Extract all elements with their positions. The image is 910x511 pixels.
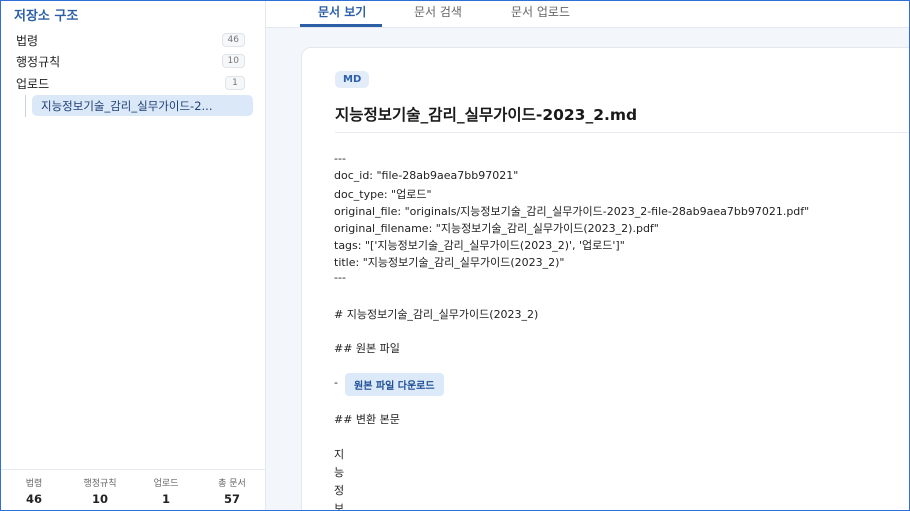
folder-count-badge: 46 [221,33,245,47]
tab-upload-document[interactable]: 문서 업로드 [511,3,570,20]
meta-doc-id: doc_id: "file-28ab9aea7bb97021" [334,169,519,182]
folder-label: 법령 [16,33,39,48]
body-char: 보 [334,502,345,511]
app-window: 저장소 구조 법령 46 행정규칙 10 업로드 1 지능정보기술_감리_실무가… [0,0,910,511]
meta-original-filename: original_filename: "지능정보기술_감리_실무가이드(2023… [334,222,659,235]
stat-total: 총 문서 57 [204,476,260,506]
stat-value: 1 [161,491,170,506]
meta-doc-type: doc_type: "업로드" [334,188,432,201]
document-card: MD 지능정보기술_감리_실무가이드-2023_2.md --- doc_id:… [301,47,909,511]
markdown-h1: # 지능정보기술_감리_실무가이드(2023_2) [334,308,539,321]
tab-search-document[interactable]: 문서 검색 [414,3,462,20]
folder-count-badge: 1 [225,76,245,90]
stat-value: 46 [25,491,42,506]
stat-value: 57 [223,491,240,506]
sidebar-folder-uploads[interactable]: 업로드 1 [16,73,245,93]
stat-label: 업로드 [153,478,179,489]
sidebar: 저장소 구조 법령 46 행정규칙 10 업로드 1 지능정보기술_감리_실무가… [1,1,266,510]
main-panel: 문서 보기 문서 검색 문서 업로드 MD 지능정보기술_감리_실무가이드-20… [266,1,909,510]
folder-count-badge: 10 [221,54,245,68]
stat-label: 행정규칙 [83,478,117,489]
format-badge: MD [335,71,370,88]
meta-original-file: original_file: "originals/지능정보기술_감리_실무가이… [334,205,810,218]
download-original-button[interactable]: 원본 파일 다운로드 [345,373,444,396]
frontmatter-close: --- [334,271,346,284]
active-tab-indicator [300,24,382,27]
sidebar-folder-laws[interactable]: 법령 46 [16,30,245,50]
stat-laws: 법령 46 [6,476,62,506]
folder-label: 행정규칙 [16,54,61,69]
stat-admin-rules: 행정규칙 10 [72,476,128,506]
meta-title: title: "지능정보기술_감리_실무가이드(2023_2)" [334,256,565,269]
markdown-h2-converted: ## 변환 본문 [334,413,400,426]
title-divider [335,132,909,133]
body-char: 정 [334,484,345,497]
tab-view-document[interactable]: 문서 보기 [318,3,366,20]
stat-label: 법령 [25,478,43,489]
stats-footer: 법령 46 행정규칙 10 업로드 1 총 문서 57 [1,469,265,510]
body-char: 능 [334,466,345,479]
stat-label: 총 문서 [218,478,246,489]
stat-uploads: 업로드 1 [138,476,194,506]
markdown-h2-original: ## 원본 파일 [334,342,400,355]
sidebar-folder-admin-rules[interactable]: 행정규칙 10 [16,51,245,71]
list-dash: - [334,376,338,389]
sidebar-file-selected[interactable]: 지능정보기술_감리_실무가이드-2... [32,95,253,116]
tree-guide-line [25,95,26,117]
tab-bar: 문서 보기 문서 검색 문서 업로드 [266,1,909,28]
stat-value: 10 [91,491,108,506]
document-title: 지능정보기술_감리_실무가이드-2023_2.md [335,106,638,124]
meta-tags: tags: "['지능정보기술_감리_실무가이드(2023_2)', '업로드'… [334,239,625,252]
body-char: 지 [334,448,345,461]
sidebar-title: 저장소 구조 [14,9,79,24]
folder-label: 업로드 [16,76,50,91]
frontmatter-open: --- [334,152,346,165]
